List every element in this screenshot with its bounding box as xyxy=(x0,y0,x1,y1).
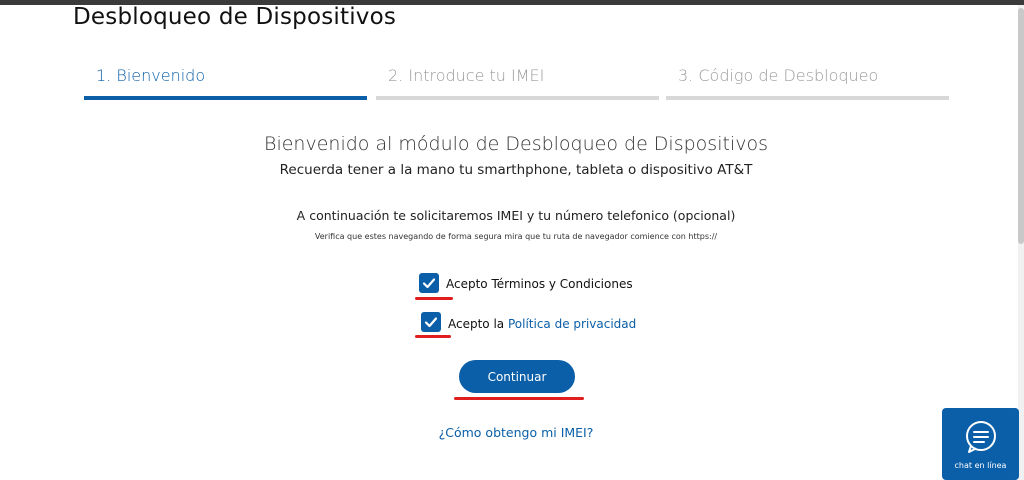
step-progress-bar xyxy=(376,96,659,100)
step-progress-bar xyxy=(666,96,949,100)
step-label: 1. Bienvenido xyxy=(96,66,206,85)
step-label: 3. Código de Desbloqueo xyxy=(678,66,879,85)
annotation-underline-terms xyxy=(415,297,453,300)
privacy-label: Acepto la Política de privacidad xyxy=(448,317,636,331)
privacy-checkbox[interactable] xyxy=(421,312,441,332)
chat-widget-button[interactable]: chat en línea xyxy=(942,408,1019,480)
annotation-underline-privacy xyxy=(415,335,451,338)
security-note: Verifica que estes navegando de forma se… xyxy=(314,232,718,241)
info-text: A continuación te solicitaremos IMEI y t… xyxy=(296,208,736,223)
privacy-policy-link[interactable]: Política de privacidad xyxy=(508,317,636,331)
terms-label[interactable]: Acepto Términos y Condiciones xyxy=(446,277,633,291)
chat-bubble-icon xyxy=(966,421,996,453)
step-codigo-desbloqueo: 3. Código de Desbloqueo xyxy=(666,64,949,100)
page-title: Desbloqueo de Dispositivos xyxy=(73,4,397,30)
continue-button[interactable]: Continuar xyxy=(459,360,575,393)
step-label: 2. Introduce tu IMEI xyxy=(388,66,545,85)
chat-label: chat en línea xyxy=(954,461,1007,470)
terms-checkbox[interactable] xyxy=(419,273,439,293)
step-introduce-imei: 2. Introduce tu IMEI xyxy=(376,64,659,100)
checkmark-icon xyxy=(422,278,436,289)
step-bienvenido: 1. Bienvenido xyxy=(84,64,367,100)
checkmark-icon xyxy=(424,317,438,328)
privacy-label-prefix: Acepto la xyxy=(448,317,508,331)
annotation-underline-continue xyxy=(454,397,584,400)
welcome-subtitle: Recuerda tener a la mano tu smarthphone,… xyxy=(279,162,753,178)
imei-help-link: ¿Cómo obtengo mi IMEI? xyxy=(0,425,1024,440)
welcome-heading: Bienvenido al módulo de Desbloqueo de Di… xyxy=(264,133,768,155)
imei-help-link-text[interactable]: ¿Cómo obtengo mi IMEI? xyxy=(439,425,594,440)
step-progress-bar xyxy=(84,96,367,100)
